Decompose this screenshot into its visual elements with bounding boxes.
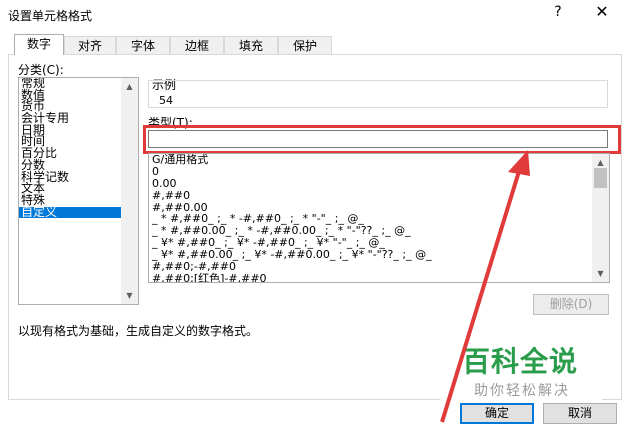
red-arrow-icon — [440, 150, 530, 423]
tab-number[interactable]: 数字 — [14, 34, 64, 55]
